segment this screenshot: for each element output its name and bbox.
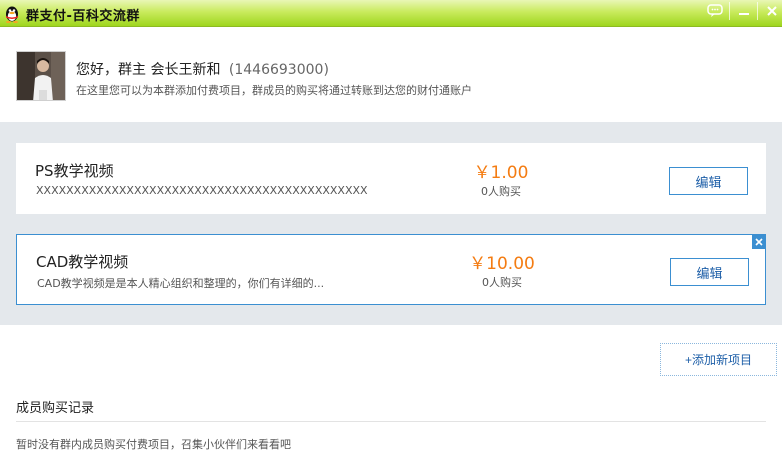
- qq-number: (1446693000): [228, 62, 329, 78]
- greeting-text: 您好，群主 会长王新和 (1446693000): [76, 59, 329, 79]
- item-description: XXXXXXXXXXXXXXXXXXXXXXXXXXXXXXXXXXXXXXXX…: [36, 184, 368, 197]
- edit-button[interactable]: 编辑: [670, 258, 749, 286]
- item-buyer-count: 0人购买: [481, 185, 521, 198]
- window-title: 群支付-百科交流群: [26, 9, 140, 24]
- avatar: [16, 51, 66, 101]
- delete-item-icon[interactable]: [752, 235, 766, 249]
- item-price: ￥1.00: [473, 163, 529, 183]
- title-bar[interactable]: 群支付-百科交流群: [0, 0, 782, 27]
- add-item-button[interactable]: +添加新项目: [660, 343, 777, 376]
- records-empty-message: 暂时没有群内成员购买付费项目，召集小伙伴们来看看吧: [16, 438, 291, 451]
- titlebar-divider: [757, 2, 758, 20]
- edit-button[interactable]: 编辑: [669, 167, 748, 195]
- feedback-icon[interactable]: [703, 1, 727, 21]
- qq-penguin-icon: [3, 4, 21, 23]
- item-name: PS教学视频: [35, 162, 114, 180]
- divider: [16, 421, 766, 422]
- item-description: CAD教学视频是是本人精心组织和整理的，你们有详细的...: [37, 277, 325, 290]
- item-card: PS教学视频 XXXXXXXXXXXXXXXXXXXXXXXXXXXXXXXXX…: [16, 143, 766, 214]
- minimize-icon[interactable]: [732, 1, 756, 21]
- item-buyer-count: 0人购买: [482, 276, 522, 289]
- item-price: ￥10.00: [469, 254, 535, 274]
- item-card-selected: CAD教学视频 CAD教学视频是是本人精心组织和整理的，你们有详细的... ￥1…: [16, 234, 766, 305]
- page-description: 在这里您可以为本群添加付费项目，群成员的购买将通过转账到达您的财付通账户: [76, 84, 472, 97]
- close-icon[interactable]: [760, 1, 782, 21]
- titlebar-divider: [729, 2, 730, 20]
- records-title: 成员购买记录: [16, 401, 95, 416]
- item-name: CAD教学视频: [36, 253, 129, 271]
- owner-greeting: 您好，群主 会长王新和: [76, 62, 221, 78]
